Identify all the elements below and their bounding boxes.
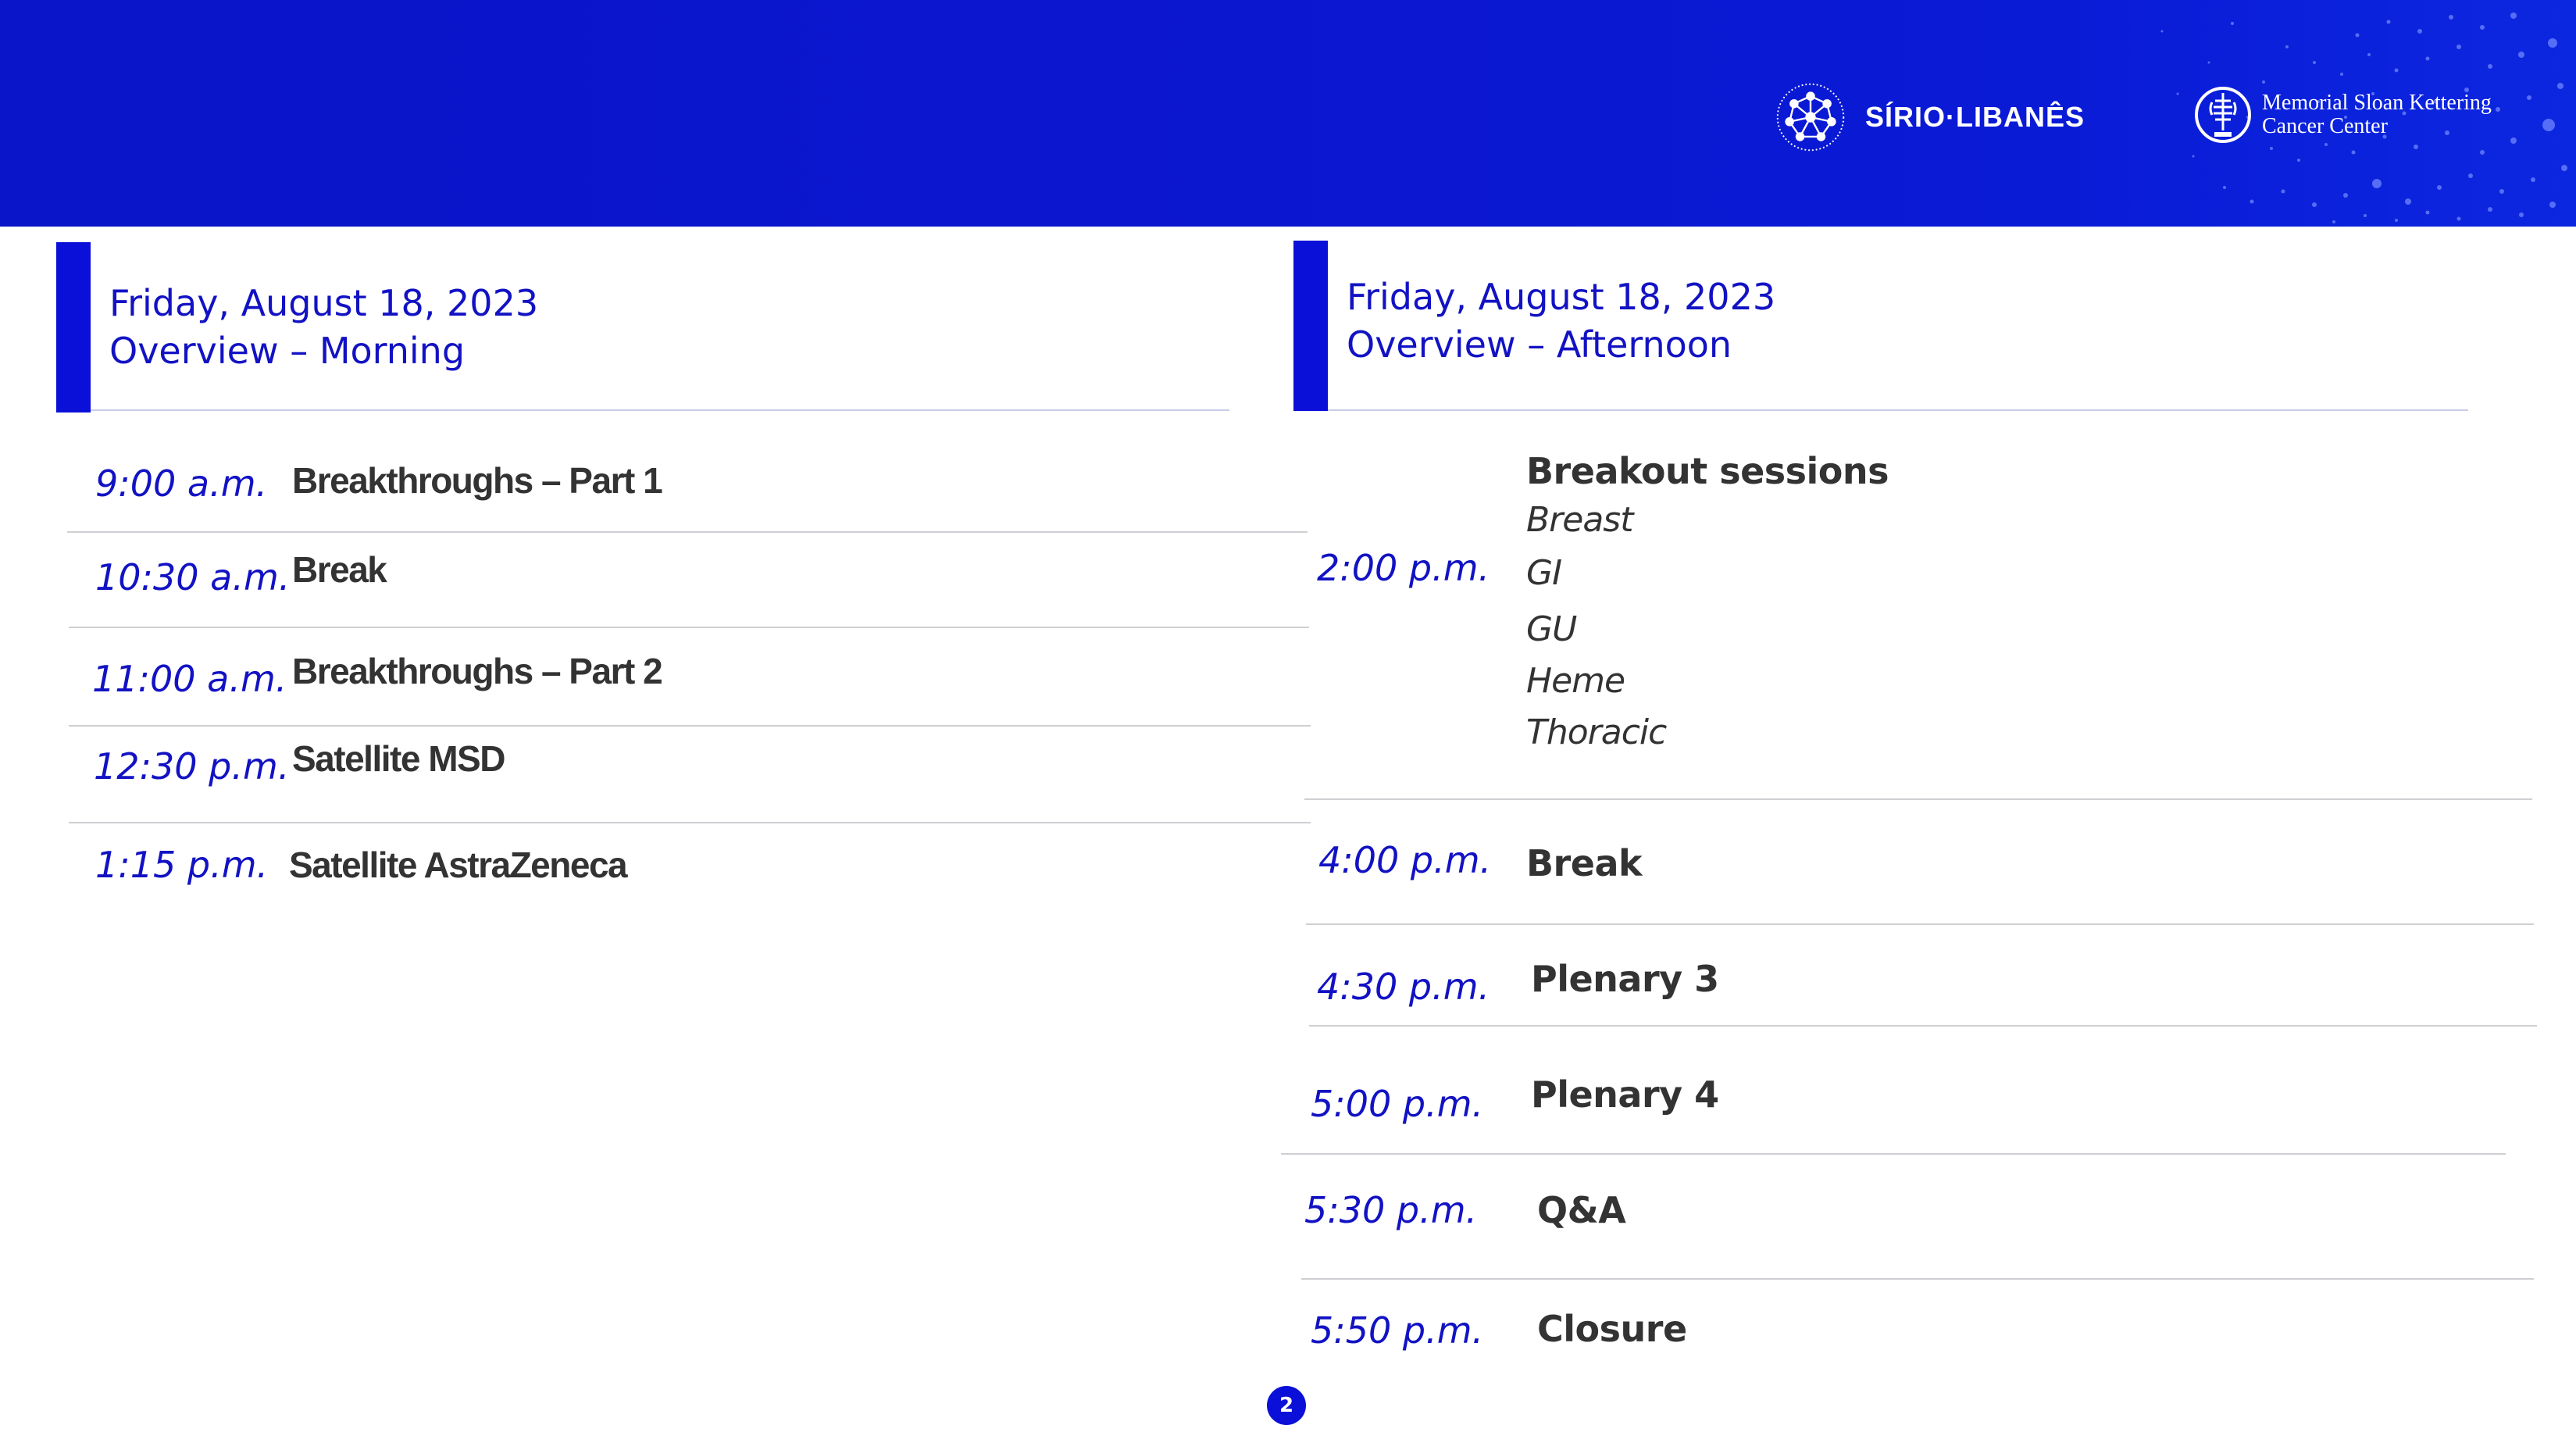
breakout-session-1: Breast — [1526, 500, 1633, 540]
afternoon-time-5: 5:50 p.m. — [1311, 1309, 1484, 1352]
morning-event-1: Breakthroughs – Part 1 — [292, 460, 663, 501]
msk-name-line1: Memorial Sloan Kettering — [2262, 91, 2492, 115]
afternoon-time-breakout: 2:00 p.m. — [1317, 547, 1490, 589]
morning-event-3: Breakthroughs – Part 2 — [292, 651, 663, 691]
morning-row-rule — [69, 725, 1311, 727]
afternoon-row-rule — [1281, 1153, 2506, 1155]
morning-time-1: 9:00 a.m. — [95, 462, 268, 505]
morning-section-title: Friday, August 18, 2023 Overview – Morni… — [109, 280, 538, 375]
morning-time-4: 12:30 p.m. — [94, 745, 290, 788]
msk-emblem-icon — [2195, 87, 2251, 143]
afternoon-row-rule — [1301, 1278, 2534, 1280]
morning-event-5: Satellite AstraZeneca — [289, 845, 628, 885]
afternoon-event-3: Plenary 4 — [1531, 1073, 1719, 1116]
afternoon-event-breakout: Breakout sessions — [1526, 450, 1889, 492]
morning-row-rule — [69, 627, 1309, 628]
morning-row-rule — [69, 822, 1311, 823]
afternoon-section-title: Friday, August 18, 2023 Overview – After… — [1347, 273, 1775, 369]
sirio-libanes-wordmark: SÍRIO·LIBANÊS — [1865, 101, 2085, 133]
morning-event-2: Break — [292, 549, 387, 590]
afternoon-row-rule — [1304, 798, 2532, 800]
morning-time-5: 1:15 p.m. — [95, 844, 269, 886]
afternoon-event-1: Break — [1526, 842, 1643, 884]
afternoon-row-rule — [1306, 923, 2534, 925]
afternoon-time-4: 5:30 p.m. — [1304, 1189, 1478, 1231]
morning-heading: Overview – Morning — [109, 330, 466, 372]
page-number-badge: 2 — [1267, 1386, 1306, 1425]
msk-logo: Memorial Sloan Kettering Cancer Center — [2193, 81, 2492, 148]
afternoon-event-2: Plenary 3 — [1531, 958, 1719, 1000]
sirio-libanes-emblem-icon — [1776, 83, 1845, 152]
afternoon-event-4: Q&A — [1537, 1189, 1626, 1231]
afternoon-row-rule — [1309, 1025, 2537, 1027]
msk-name-line2: Cancer Center — [2262, 114, 2388, 138]
afternoon-header-rule — [1328, 409, 2468, 411]
morning-row-rule — [67, 531, 1308, 533]
morning-event-4: Satellite MSD — [292, 738, 505, 779]
breakout-session-2: GI — [1526, 553, 1562, 593]
morning-time-3: 11:00 a.m. — [92, 658, 287, 700]
breakout-session-5: Thoracic — [1526, 712, 1667, 752]
morning-date: Friday, August 18, 2023 — [109, 282, 539, 324]
afternoon-time-2: 4:30 p.m. — [1317, 966, 1490, 1008]
afternoon-date: Friday, August 18, 2023 — [1347, 276, 1776, 318]
morning-time-2: 10:30 a.m. — [95, 556, 291, 598]
breakout-session-3: GU — [1526, 609, 1577, 649]
morning-accent-bar — [56, 242, 91, 412]
afternoon-heading: Overview – Afternoon — [1347, 323, 1732, 366]
morning-header-rule — [91, 409, 1229, 411]
afternoon-accent-bar — [1293, 241, 1328, 411]
breakout-session-4: Heme — [1526, 661, 1625, 701]
afternoon-event-5: Closure — [1537, 1308, 1687, 1350]
afternoon-time-3: 5:00 p.m. — [1311, 1083, 1484, 1125]
sirio-libanes-logo: SÍRIO·LIBANÊS — [1773, 78, 2085, 156]
header-banner: SÍRIO·LIBANÊS Memorial Sloan Kettering C… — [0, 0, 2576, 227]
afternoon-time-1: 4:00 p.m. — [1318, 839, 1492, 881]
msk-wordmark: Memorial Sloan Kettering Cancer Center — [2262, 91, 2492, 138]
